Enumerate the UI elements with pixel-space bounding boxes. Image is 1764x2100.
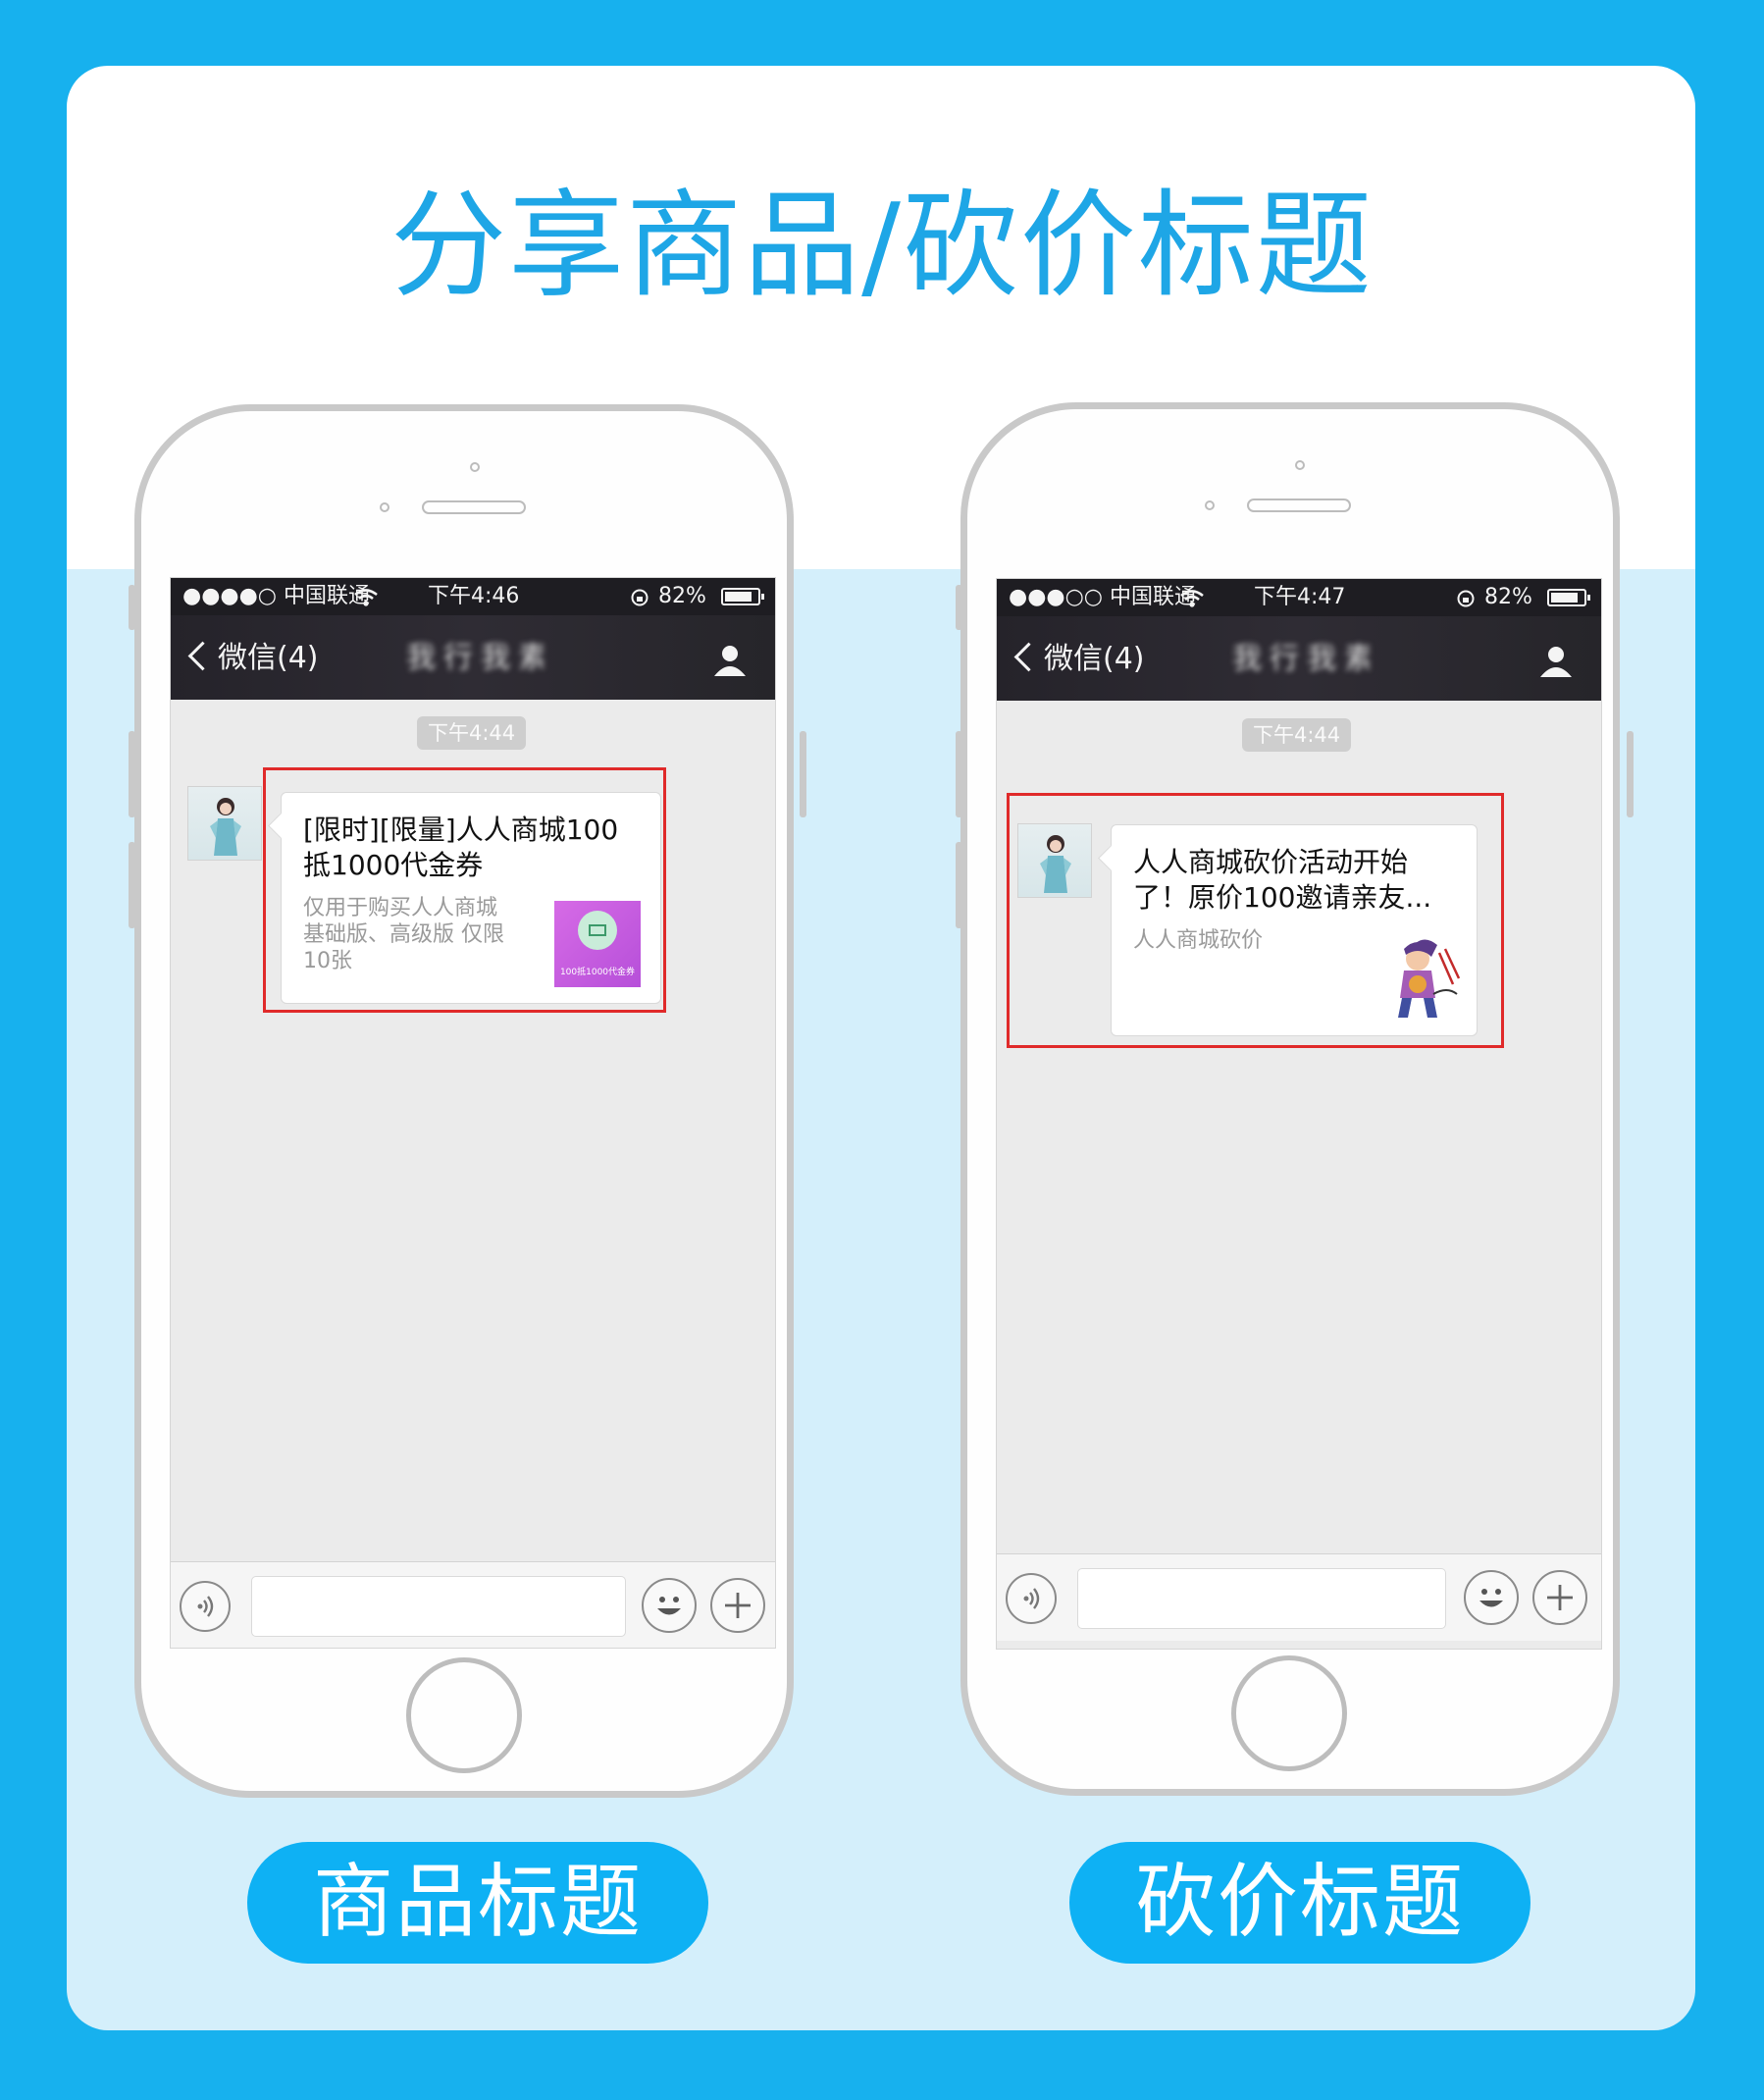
phone2-home-button[interactable] bbox=[1231, 1655, 1347, 1771]
back-chevron-icon[interactable] bbox=[1013, 642, 1044, 672]
page-headline: 分享商品/砍价标题 bbox=[390, 178, 1374, 313]
back-button-label[interactable]: 微信(4) bbox=[1044, 642, 1145, 677]
wifi-icon bbox=[1180, 590, 1204, 607]
label-pill-product-title: 商品标题 bbox=[247, 1842, 708, 1964]
voice-icon[interactable] bbox=[1006, 1573, 1057, 1624]
phone-mockup-bargain: ●●●○○ 中国联通 下午4:47 82% 微信(4) 我行我素 下午4:44 … bbox=[960, 402, 1620, 1796]
chat-nav-bar: 微信(4) 我行我素 bbox=[997, 616, 1601, 701]
message-input[interactable] bbox=[251, 1576, 626, 1637]
clock-text: 下午4:46 bbox=[428, 584, 520, 608]
lock-rotation-icon bbox=[1457, 590, 1475, 607]
message-timestamp: 下午4:44 bbox=[1242, 718, 1352, 752]
battery-icon bbox=[1547, 589, 1590, 606]
chat-title: 我行我素 bbox=[1232, 642, 1370, 676]
chat-title: 我行我素 bbox=[406, 641, 544, 675]
sender-avatar[interactable] bbox=[187, 786, 262, 861]
carrier-text: ●●●●○ 中国联通 bbox=[182, 584, 370, 608]
message-timestamp: 下午4:44 bbox=[417, 716, 527, 750]
battery-percent: 82% bbox=[658, 584, 706, 608]
phone-mockup-product: ●●●●○ 中国联通 下午4:46 82% 微信(4) 我行我素 下午4:44 … bbox=[134, 404, 794, 1798]
phone1-camera bbox=[470, 462, 480, 472]
clock-text: 下午4:47 bbox=[1254, 585, 1346, 609]
chat-input-bar bbox=[997, 1553, 1601, 1641]
back-chevron-icon[interactable] bbox=[187, 641, 218, 671]
phone1-screen: ●●●●○ 中国联通 下午4:46 82% 微信(4) 我行我素 下午4:44 … bbox=[170, 577, 776, 1649]
person-icon[interactable] bbox=[710, 641, 750, 680]
phone2-speaker bbox=[1247, 499, 1351, 512]
person-icon[interactable] bbox=[1536, 642, 1576, 681]
phone1-sensor bbox=[380, 502, 389, 512]
carrier-text: ●●●○○ 中国联通 bbox=[1009, 585, 1196, 609]
chat-nav-bar: 微信(4) 我行我素 bbox=[171, 615, 775, 700]
battery-percent: 82% bbox=[1484, 585, 1532, 609]
lock-rotation-icon bbox=[631, 589, 649, 606]
phone2-power-button bbox=[1627, 731, 1634, 817]
phone2-camera bbox=[1295, 460, 1305, 470]
phone1-speaker bbox=[422, 500, 526, 514]
avatar-figure-icon bbox=[210, 798, 241, 856]
phone2-sensor bbox=[1205, 500, 1215, 510]
back-button-label[interactable]: 微信(4) bbox=[218, 641, 319, 676]
emoji-icon[interactable] bbox=[642, 1578, 697, 1633]
highlight-box-product bbox=[263, 767, 666, 1013]
status-bar: ●●●●○ 中国联通 下午4:46 82% bbox=[171, 578, 775, 615]
phone2-screen: ●●●○○ 中国联通 下午4:47 82% 微信(4) 我行我素 下午4:44 … bbox=[996, 578, 1602, 1650]
highlight-box-bargain bbox=[1007, 793, 1504, 1048]
plus-icon[interactable] bbox=[1532, 1570, 1587, 1625]
chat-input-bar bbox=[171, 1561, 775, 1648]
voice-icon[interactable] bbox=[180, 1581, 231, 1632]
plus-icon[interactable] bbox=[710, 1578, 765, 1633]
label-pill-bargain-title: 砍价标题 bbox=[1069, 1842, 1531, 1964]
message-input[interactable] bbox=[1077, 1568, 1446, 1629]
phone1-power-button bbox=[800, 731, 806, 817]
emoji-icon[interactable] bbox=[1464, 1570, 1519, 1625]
wifi-icon bbox=[354, 589, 378, 606]
status-bar: ●●●○○ 中国联通 下午4:47 82% bbox=[997, 579, 1601, 616]
phone1-home-button[interactable] bbox=[406, 1657, 522, 1773]
battery-icon bbox=[721, 588, 764, 605]
